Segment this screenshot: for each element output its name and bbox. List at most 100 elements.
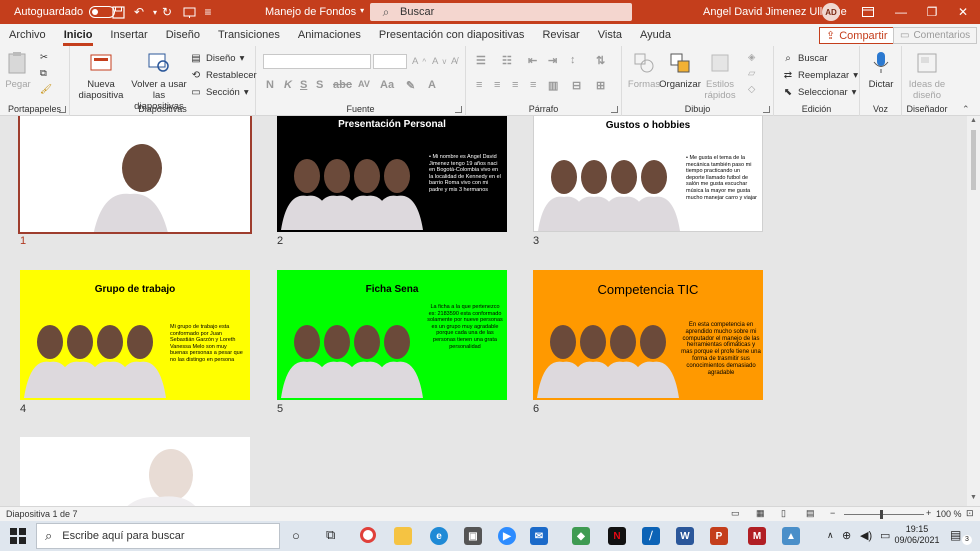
ribbon-display-icon[interactable] xyxy=(860,4,876,20)
minimize-icon[interactable]: — xyxy=(893,4,909,20)
tab-revisar[interactable]: Revisar xyxy=(533,24,588,46)
clear-format-icon[interactable]: A̸ xyxy=(451,56,457,67)
dialog-launcher-icon[interactable] xyxy=(763,106,770,113)
grow-font-icon[interactable]: A ^ xyxy=(412,56,426,67)
replace-button[interactable]: ⇄ Reemplazar ▾ xyxy=(782,69,858,81)
save-icon[interactable] xyxy=(110,4,126,20)
font-family-combo[interactable] xyxy=(263,54,371,69)
present-from-start-icon[interactable] xyxy=(181,4,197,20)
autosave-toggle[interactable]: Autoguardado xyxy=(14,6,116,18)
clock[interactable]: 19:15 09/06/2021 xyxy=(894,524,940,546)
dialog-launcher-icon[interactable] xyxy=(59,106,66,113)
bold-icon[interactable]: N xyxy=(266,79,274,91)
fit-to-window-icon[interactable]: ⊡ xyxy=(966,508,974,519)
undo-icon[interactable]: ↶ xyxy=(131,4,147,20)
windows-start-icon[interactable] xyxy=(10,528,26,547)
paste-button[interactable]: Pegar xyxy=(4,50,32,90)
underline-icon[interactable]: S xyxy=(300,79,307,91)
photos-icon[interactable]: ▲ xyxy=(782,527,800,545)
vertical-scrollbar[interactable]: ▲ ▼ xyxy=(967,116,980,506)
increase-indent-icon[interactable]: ⇥ xyxy=(548,54,557,67)
slide-thumbnail-7[interactable] xyxy=(20,437,250,506)
dictate-button[interactable]: Dictar xyxy=(864,50,898,90)
shapes-button[interactable]: Formas xyxy=(628,50,660,90)
text-direction-icon[interactable]: ⇅ xyxy=(596,54,605,67)
char-spacing-icon[interactable]: AV xyxy=(358,79,370,89)
find-button[interactable]: ⌕ Buscar xyxy=(782,52,827,64)
quick-styles-button[interactable]: Estilos rápidos xyxy=(700,50,740,101)
format-painter-icon[interactable]: 🖌 xyxy=(40,84,52,95)
tab-vista[interactable]: Vista xyxy=(589,24,631,46)
zoom-level[interactable]: 100 % xyxy=(936,509,962,519)
shape-fill-icon[interactable]: ◈ xyxy=(748,52,755,63)
zoom-app-icon[interactable]: ▶ xyxy=(498,527,516,545)
font-size-combo[interactable] xyxy=(373,54,407,69)
font-color-icon[interactable]: A xyxy=(428,79,436,91)
tab-insertar[interactable]: Insertar xyxy=(101,24,156,46)
app-icon[interactable]: ⧸ xyxy=(642,527,660,545)
volume-icon[interactable]: ◀) xyxy=(860,529,872,542)
mail-icon[interactable]: ✉ xyxy=(530,527,548,545)
shrink-font-icon[interactable]: Av xyxy=(432,56,446,67)
maps-icon[interactable]: ◆ xyxy=(572,527,590,545)
select-button[interactable]: ⬉ Seleccionar ▾ xyxy=(782,86,857,98)
comments-button[interactable]: ▭ Comentarios xyxy=(893,27,978,44)
zoom-slider[interactable] xyxy=(844,514,924,515)
redo-icon[interactable]: ↻ xyxy=(159,4,175,20)
restore-icon[interactable]: ❐ xyxy=(924,4,940,20)
align-left-icon[interactable]: ≡ xyxy=(476,79,482,91)
strikethrough-icon[interactable]: abc xyxy=(333,79,352,91)
shape-outline-icon[interactable]: ▱ xyxy=(748,68,755,79)
highlight-icon[interactable]: ✎ xyxy=(406,79,415,92)
edge-icon[interactable]: e xyxy=(430,527,448,545)
tab-ayuda[interactable]: Ayuda xyxy=(631,24,680,46)
slide-thumbnail-5[interactable]: Ficha Sena La ficha a la que pertenezco … xyxy=(277,270,507,400)
store-icon[interactable]: ▣ xyxy=(464,527,482,545)
tab-archivo[interactable]: Archivo xyxy=(0,24,55,46)
slide-thumbnail-4[interactable]: Grupo de trabajo Mi grupo de trabajo est… xyxy=(20,270,250,400)
layout-button[interactable]: ▤ Diseño ▾ xyxy=(190,52,244,64)
notification-icon[interactable]: ▤ xyxy=(950,528,961,542)
slide-thumbnail-1[interactable] xyxy=(18,116,252,234)
reuse-slides-button[interactable]: Volver a usar las diapositivas xyxy=(130,50,188,112)
search-box[interactable]: ⌕ Buscar xyxy=(370,3,632,21)
tab-diseno[interactable]: Diseño xyxy=(157,24,209,46)
powerpoint-icon[interactable]: P xyxy=(710,527,728,545)
slideshow-icon[interactable]: ▤ xyxy=(806,508,815,519)
close-icon[interactable]: ✕ xyxy=(955,4,971,20)
slide-thumbnail-6[interactable]: Competencia TIC En esta competencia en a… xyxy=(533,270,763,400)
shape-effects-icon[interactable]: ◇ xyxy=(748,84,755,95)
shadow-icon[interactable]: S xyxy=(316,79,323,91)
new-slide-button[interactable]: Nueva diapositiva xyxy=(78,50,124,101)
justify-icon[interactable]: ≡ xyxy=(530,79,536,91)
zoom-out-icon[interactable]: − xyxy=(830,508,835,518)
zoom-slider-handle[interactable] xyxy=(880,510,883,519)
tab-animaciones[interactable]: Animaciones xyxy=(289,24,370,46)
document-title[interactable]: Manejo de Fondos ▾ xyxy=(265,6,364,18)
zoom-in-icon[interactable]: + xyxy=(926,508,931,518)
scroll-down-icon[interactable]: ▼ xyxy=(970,494,977,501)
taskbar-search-input[interactable]: ⌕ Escribe aquí para buscar xyxy=(36,523,280,549)
section-button[interactable]: ▭ Sección ▾ xyxy=(190,86,248,98)
italic-icon[interactable]: K xyxy=(284,79,292,91)
collapse-ribbon-icon[interactable]: ⌃ xyxy=(962,104,970,115)
tab-transiciones[interactable]: Transiciones xyxy=(209,24,289,46)
reading-view-icon[interactable]: ▯ xyxy=(781,508,786,519)
chrome-icon[interactable] xyxy=(360,527,376,543)
share-button[interactable]: ⇪ Compartir xyxy=(819,27,895,44)
slide-thumbnail-2[interactable]: Presentación Personal • Mi nombre es Ang… xyxy=(277,116,507,232)
bullets-icon[interactable]: ☰ xyxy=(476,54,486,67)
arrange-button[interactable]: Organizar xyxy=(659,50,701,90)
tab-presentacion[interactable]: Presentación con diapositivas xyxy=(370,24,534,46)
change-case-icon[interactable]: Aa xyxy=(380,79,394,91)
design-ideas-button[interactable]: Ideas de diseño xyxy=(906,50,948,101)
avatar[interactable]: AD xyxy=(822,3,840,21)
align-text-icon[interactable]: ⊟ xyxy=(572,79,581,92)
numbering-icon[interactable]: ☷ xyxy=(502,54,512,67)
file-explorer-icon[interactable] xyxy=(394,527,412,545)
netflix-icon[interactable]: N xyxy=(608,527,626,545)
mcafee-icon[interactable]: M xyxy=(748,527,766,545)
smartart-icon[interactable]: ⊞ xyxy=(596,79,605,92)
cortana-icon[interactable]: ○ xyxy=(292,528,300,543)
customize-toolbar-icon[interactable]: ≡ xyxy=(200,4,216,20)
